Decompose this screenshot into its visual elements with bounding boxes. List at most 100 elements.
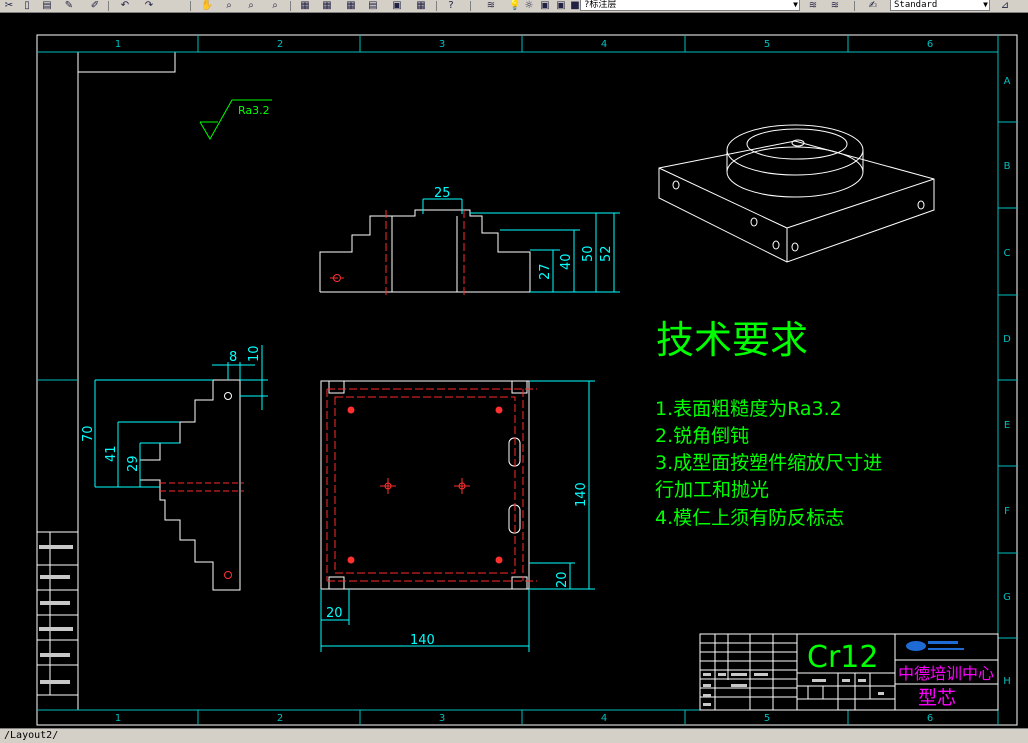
row-label: H: [1003, 676, 1011, 687]
requirement-item: 1.表面粗糙度为Ra3.2: [655, 398, 842, 420]
part-name: 型芯: [918, 687, 956, 709]
col-label-bottom: 2: [277, 713, 283, 724]
brush-icon[interactable]: ✐: [88, 0, 102, 11]
text-style-icon[interactable]: ✍: [866, 0, 880, 11]
properties-icon[interactable]: ▦: [298, 0, 312, 11]
markup-icon[interactable]: ▣: [390, 0, 404, 11]
standard-toolbar: ✂ ▯ ▤ ✎ ✐ ↶ ↷ ✋ ⌕ ⌕ ⌕ ▦ ▦ ▦ ▤ ▣ ▦ ? ≋ 💡 …: [0, 0, 1028, 13]
layout-tab[interactable]: /Layout2/: [4, 729, 58, 742]
pan-icon[interactable]: ✋: [200, 0, 214, 11]
revision-table: [36, 531, 79, 696]
requirement-item: 4.模仁上须有防反标志: [655, 507, 844, 529]
zoom-window-icon[interactable]: ⌕: [244, 0, 258, 11]
layer-manager-icon[interactable]: ≋: [484, 0, 498, 11]
layer-plot-icon[interactable]: ▣: [554, 0, 568, 11]
sheet-set-icon[interactable]: ▤: [366, 0, 380, 11]
isometric-view: [658, 124, 935, 263]
side-view-hidden-lines: [160, 482, 244, 492]
top-view-holes: [347, 406, 503, 564]
company-name: 中德培训中心: [898, 664, 994, 683]
chevron-down-icon: ▼: [793, 0, 798, 9]
col-label-bottom: 5: [764, 713, 770, 724]
row-label: D: [1003, 334, 1011, 345]
row-label: C: [1004, 248, 1011, 259]
col-label-top: 3: [439, 39, 445, 50]
dim-20-vertical: 20: [555, 571, 570, 588]
row-labels: A B C D E F G H: [1003, 76, 1011, 687]
top-view-dim-labels: 140 20 20 140: [326, 482, 589, 648]
undo-icon[interactable]: ↶: [118, 0, 132, 11]
dim-40: 40: [559, 253, 574, 270]
tool-palettes-icon[interactable]: ▦: [344, 0, 358, 11]
copy-icon[interactable]: ▯: [20, 0, 34, 11]
corner-label-box: [77, 51, 176, 73]
side-view-dims: [94, 345, 268, 488]
side-view-dim-labels: 8 10 70 41 29: [81, 345, 262, 472]
col-label-top: 6: [927, 39, 933, 50]
col-label-bottom: 6: [927, 713, 933, 724]
layout-tab-label: Layout2: [10, 730, 53, 741]
front-view: [319, 209, 531, 293]
cut-icon[interactable]: ✂: [2, 0, 16, 11]
col-label-top: 2: [277, 39, 283, 50]
col-label-top: 1: [115, 39, 121, 50]
layer-dropdown[interactable]: ?标注层 ▼: [580, 0, 800, 11]
requirement-item: 3.成型面按塑件缩放尺寸进: [655, 452, 882, 474]
make-current-layer-icon[interactable]: ≋: [806, 0, 820, 11]
drawing-canvas[interactable]: 1 2 3 4 5 6 1 2 3 4 5 6 A B C D E F G H: [0, 13, 1028, 728]
layer-on-icon[interactable]: 💡: [508, 0, 522, 11]
dim-140-horizontal: 140: [410, 633, 435, 648]
requirement-item: 2.锐角倒钝: [655, 425, 749, 447]
dim-10: 10: [247, 345, 262, 362]
paste-icon[interactable]: ▤: [40, 0, 54, 11]
dim-27: 27: [538, 263, 553, 280]
text-style-value: Standard: [894, 0, 938, 10]
layer-previous-icon[interactable]: ≋: [828, 0, 842, 11]
roughness-label: Ra3.2: [238, 104, 270, 117]
help-icon[interactable]: ?: [444, 0, 458, 11]
col-label-top: 4: [601, 39, 607, 50]
design-center-icon[interactable]: ▦: [320, 0, 334, 11]
dimension-style-icon[interactable]: ⊿: [998, 0, 1012, 11]
company-logo: [906, 641, 964, 651]
col-label-bottom: 1: [115, 713, 121, 724]
text-style-dropdown[interactable]: Standard ▼: [890, 0, 990, 11]
match-properties-icon[interactable]: ✎: [62, 0, 76, 11]
top-view-dims: [320, 380, 595, 652]
row-label: F: [1004, 506, 1010, 517]
dim-8: 8: [229, 350, 237, 365]
col-label-bottom: 4: [601, 713, 607, 724]
layer-freeze-icon[interactable]: ☼: [522, 0, 536, 11]
layer-dropdown-value: ?标注层: [584, 0, 617, 10]
layout-tabs-bar: /Layout2/: [0, 728, 1028, 743]
zoom-realtime-icon[interactable]: ⌕: [222, 0, 236, 11]
redo-icon[interactable]: ↷: [142, 0, 156, 11]
dim-41: 41: [104, 445, 119, 462]
title-block-marks: [703, 673, 884, 706]
dim-50: 50: [581, 245, 596, 262]
requirement-item: 行加工和抛光: [655, 479, 769, 501]
chevron-down-icon: ▼: [983, 0, 988, 9]
col-label-top: 5: [764, 39, 770, 50]
row-label: A: [1004, 76, 1011, 87]
front-view-hidden-lines: [330, 210, 465, 298]
material-label: Cr12: [807, 640, 878, 675]
side-view: [139, 379, 241, 591]
technical-requirements: 技术要求 1.表面粗糙度为Ra3.2 2.锐角倒钝 3.成型面按塑件缩放尺寸进 …: [655, 318, 882, 529]
row-label: G: [1003, 592, 1011, 603]
roughness-symbol: Ra3.2: [199, 99, 272, 141]
dim-20-horizontal: 20: [326, 606, 343, 621]
top-view-hidden-lines: [326, 388, 537, 582]
row-label: B: [1004, 161, 1011, 172]
dim-52: 52: [599, 245, 614, 262]
dim-70: 70: [81, 425, 96, 442]
front-view-dim-labels: 25 27 40 50 52: [434, 186, 614, 280]
dim-width-25: 25: [434, 186, 451, 201]
zoom-previous-icon[interactable]: ⌕: [268, 0, 282, 11]
dim-29: 29: [126, 455, 141, 472]
row-label: E: [1004, 420, 1010, 431]
layer-lock-icon[interactable]: ▣: [538, 0, 552, 11]
calculator-icon[interactable]: ▦: [414, 0, 428, 11]
requirements-title: 技术要求: [656, 318, 808, 362]
dim-140-vertical: 140: [574, 482, 589, 507]
